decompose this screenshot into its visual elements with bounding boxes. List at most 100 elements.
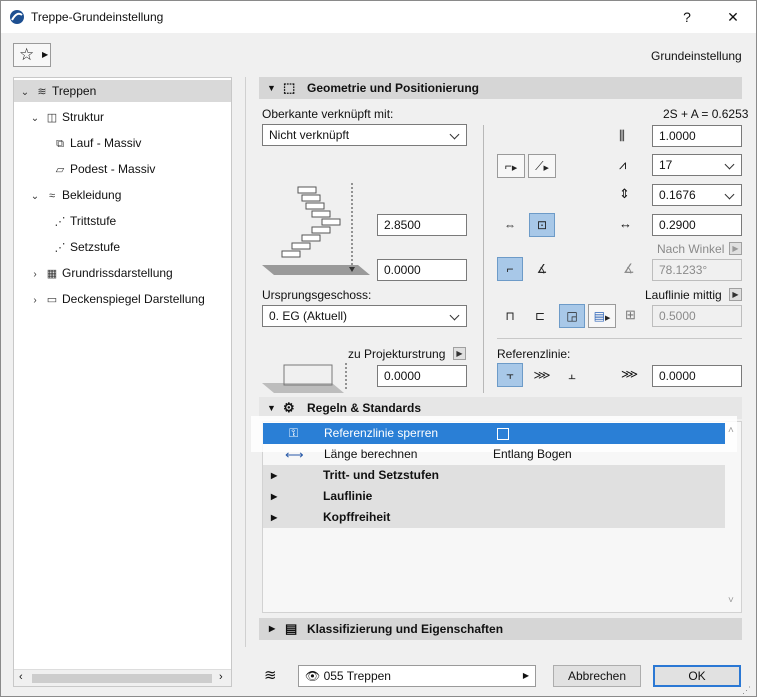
walkline-offset-input[interactable]: 0.5000 <box>652 305 742 327</box>
tree-hscrollbar[interactable]: ‹ › <box>14 669 231 686</box>
walkline-left-icon: ⊓ <box>505 309 515 323</box>
tree-item-deckenspiegel[interactable]: › ▭ Deckenspiegel Darstellung <box>28 288 204 312</box>
caret-right-icon[interactable]: ▶ <box>269 618 275 640</box>
riser-height-select[interactable]: 0.1676 <box>652 184 742 206</box>
slope-angle-input[interactable]: 78.1233° <box>652 259 742 281</box>
walkline-offset-icon: ⊞ <box>625 307 636 322</box>
scroll-down-icon[interactable]: ˅ <box>728 595 734 606</box>
rule-row-laenge-berechnen[interactable]: ⟷ Länge berechnen Entlang Bogen <box>263 444 725 465</box>
floor-plan-icon: ▦ <box>46 268 58 280</box>
by-angle-label: Nach Winkel <box>657 242 725 256</box>
project-origin-label: zu Projekturstrung <box>348 347 446 361</box>
stair-slope-icon: ⟋ <box>535 159 544 173</box>
rule-row-referenzlinie-sperren[interactable]: ⚿ Referenzlinie sperren <box>263 423 725 444</box>
walkline-pos-button-2[interactable]: ⊏ <box>527 304 553 328</box>
by-angle-menu-button[interactable]: ▶ <box>729 242 742 255</box>
caret-right-icon: ▶ <box>522 671 529 680</box>
cancel-button[interactable]: Abbrechen <box>553 665 641 687</box>
chevron-down-icon[interactable]: ⌄ <box>18 82 32 104</box>
origin-story-label: Ursprungsgeschoss: <box>262 288 372 302</box>
constraint-button-2[interactable]: ⊡ <box>529 213 555 237</box>
stair-type-button-2[interactable]: ⟋▶ <box>528 154 556 178</box>
reference-line-button-2[interactable]: ⋙ <box>529 363 555 387</box>
geometry-section-header[interactable]: ▼ ⬚ Geometrie und Positionierung <box>259 77 742 99</box>
tread-depth-input[interactable]: 0.2900 <box>652 214 742 236</box>
chevron-right-icon[interactable]: › <box>28 290 42 312</box>
tree-item-podest-massiv[interactable]: ▱ Podest - Massiv <box>50 158 156 180</box>
layer-icon: ≋ <box>264 667 277 684</box>
constraint-button-1[interactable]: ⇔ <box>497 213 523 237</box>
height-input[interactable]: 2.8500 <box>377 214 467 236</box>
pane-splitter[interactable] <box>245 77 246 647</box>
expand-triangle-icon[interactable]: ▶ <box>271 507 277 528</box>
chevron-down-icon[interactable]: ⌄ <box>28 108 42 130</box>
flight-icon: ⧉ <box>56 138 64 150</box>
reference-line-button-1[interactable]: ⫟ <box>497 363 523 387</box>
app-logo-icon <box>10 10 24 24</box>
offset-input[interactable]: 0.0000 <box>377 259 467 281</box>
angle-mode-button-1[interactable]: ⌐ <box>497 257 523 281</box>
top-linked-select[interactable]: Nicht verknüpft <box>262 124 467 146</box>
chevron-down-icon[interactable]: ⌄ <box>28 186 42 208</box>
stair-elevation-icon <box>262 183 370 275</box>
stair-width-input[interactable]: 1.0000 <box>652 125 742 147</box>
walkline-pos-button-4[interactable]: ▤▶ <box>588 304 616 328</box>
walkline-pos-button-3[interactable]: ◲ <box>559 304 585 328</box>
laenge-berechnen-value[interactable]: Entlang Bogen <box>493 444 572 465</box>
chevron-right-icon[interactable]: › <box>28 264 42 286</box>
tree-item-trittstufe[interactable]: ⋰ Trittstufe <box>50 210 117 232</box>
layer-selector[interactable]: 👁 055 Treppen ▶ <box>298 665 536 687</box>
rule-group-tritt-setzstufen[interactable]: ▶ Tritt- und Setzstufen <box>263 465 725 486</box>
close-button[interactable]: ✕ <box>713 5 753 29</box>
scroll-up-icon[interactable]: ˄ <box>728 425 734 436</box>
rule-group-kopffreiheit[interactable]: ▶ Kopffreiheit <box>263 507 725 528</box>
stair-type-button-1[interactable]: ⌐▶ <box>497 154 525 178</box>
angle-mode-icon: ⌐ <box>506 262 514 276</box>
risers-count-select[interactable]: 17 <box>652 154 742 176</box>
ok-button[interactable]: OK <box>653 665 741 687</box>
top-linked-label: Oberkante verknüpft mit: <box>262 107 394 121</box>
rule-group-lauflinie[interactable]: ▶ Lauflinie <box>263 486 725 507</box>
rules-vscrollbar[interactable]: ˄ ˅ <box>727 425 739 611</box>
arc-length-icon: ⟷ <box>285 447 304 462</box>
star-icon: ☆ <box>19 45 35 64</box>
project-origin-input[interactable]: 0.0000 <box>377 365 467 387</box>
expand-triangle-icon[interactable]: ▶ <box>271 465 277 486</box>
help-button[interactable]: ? <box>667 5 707 29</box>
walkline-label: Lauflinie mittig <box>645 288 722 302</box>
reference-left-icon: ⫟ <box>506 368 514 382</box>
scroll-thumb[interactable] <box>32 674 212 683</box>
favorites-button[interactable]: ☆ ▶ <box>13 43 51 67</box>
project-origin-menu-button[interactable]: ▶ <box>453 347 466 360</box>
slope-angle-icon: ∡ <box>623 261 635 276</box>
eye-icon[interactable]: 👁 <box>305 669 320 683</box>
reference-divider <box>497 338 742 339</box>
reference-line-label: Referenzlinie: <box>497 347 571 361</box>
risers-count-icon: ⩘ <box>619 157 627 172</box>
tree-item-bekleidung[interactable]: ⌄ ≈ Bekleidung <box>28 184 122 208</box>
angle-mode-button-2[interactable]: ∡ <box>529 257 555 281</box>
formula-readout: 2S + A = 0.6253 <box>663 107 749 121</box>
caret-right-icon: ▶ <box>42 50 49 59</box>
tree-item-setzstufe[interactable]: ⋰ Setzstufe <box>50 236 121 258</box>
stair-icon: ≋ <box>37 86 47 98</box>
scroll-left-icon[interactable]: ‹ <box>19 671 23 683</box>
dialog-window: Treppe-Grundeinstellung ? ✕ ☆ ▶ Grundein… <box>0 0 757 697</box>
reference-line-button-3[interactable]: ⫠ <box>559 363 585 387</box>
scroll-right-icon[interactable]: › <box>219 671 223 683</box>
resize-grip-icon[interactable]: ⋰ <box>742 685 751 696</box>
expand-triangle-icon[interactable]: ▶ <box>271 486 277 507</box>
lock-reference-icon: ⚿ <box>289 426 299 440</box>
walkline-pos-button-1[interactable]: ⊓ <box>497 304 523 328</box>
stair-width-icon: ⫼ <box>619 128 625 143</box>
tree-item-grundriss[interactable]: › ▦ Grundrissdarstellung <box>28 262 172 286</box>
referenzlinie-sperren-checkbox[interactable] <box>497 428 509 440</box>
walkline-menu-button[interactable]: ▶ <box>729 288 742 301</box>
reference-offset-input[interactable]: 0.0000 <box>652 365 742 387</box>
origin-story-select[interactable]: 0. EG (Aktuell) <box>262 305 467 327</box>
tree-item-treppen[interactable]: ⌄ ≋ Treppen <box>14 80 231 102</box>
classification-section-header[interactable]: ▶ ▤ Klassifizierung und Eigenschaften <box>259 618 742 640</box>
tree-item-lauf-massiv[interactable]: ⧉ Lauf - Massiv <box>50 132 141 154</box>
tree-item-struktur[interactable]: ⌄ ◫ Struktur <box>28 106 104 128</box>
caret-down-icon[interactable]: ▼ <box>267 77 276 99</box>
